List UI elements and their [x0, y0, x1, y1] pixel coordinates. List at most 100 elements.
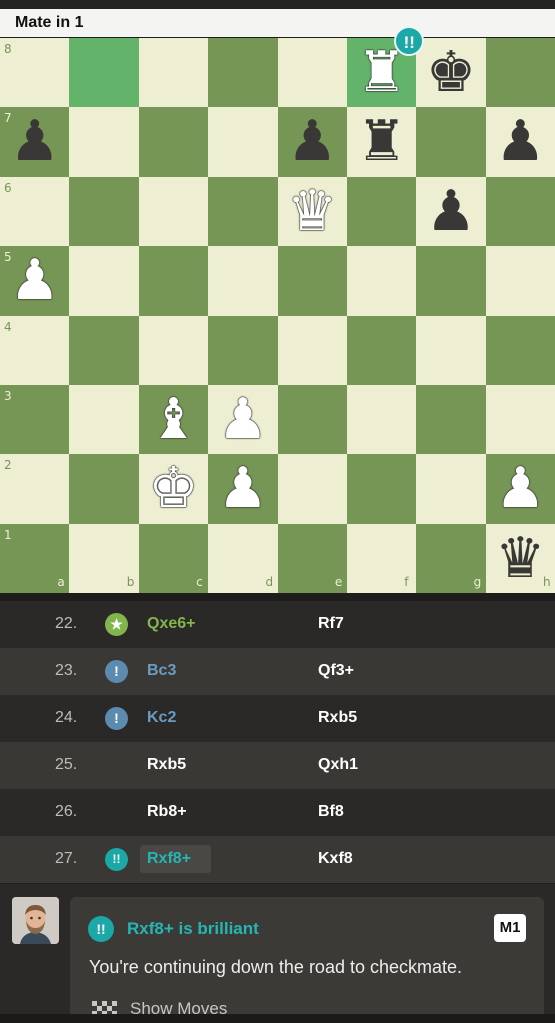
- move-number: 22.: [55, 615, 78, 632]
- square-f5[interactable]: [346, 246, 417, 316]
- square-e4[interactable]: [277, 315, 347, 385]
- square-h4[interactable]: [485, 315, 555, 385]
- square-d5[interactable]: [208, 246, 278, 316]
- file-label: g: [473, 575, 482, 589]
- black-rook-icon[interactable]: ♜: [347, 107, 416, 176]
- white-king-icon[interactable]: ♚: [139, 454, 208, 523]
- white-bishop-icon[interactable]: ♝: [139, 385, 208, 454]
- square-b5[interactable]: [69, 246, 139, 316]
- rank-label: 2: [4, 458, 12, 473]
- square-d4[interactable]: [208, 315, 278, 385]
- feedback-message: You're continuing down the road to check…: [89, 957, 463, 977]
- square-h8[interactable]: [485, 38, 555, 108]
- square-h5[interactable]: [485, 246, 555, 316]
- move-row: 23.! Bc3 Qf3+: [0, 648, 555, 695]
- white-pawn-icon[interactable]: ♟: [208, 385, 277, 454]
- chess-board[interactable]: 8 7 6 5 4 3 2 1 a b c d e f g h ♜ ♚ ♟ ♟ ♜ ♟ ♛ ♟ ♟ ♝ ♟ ♚ ♟ ♟ ♛!!: [0, 26, 555, 594]
- square-h6[interactable]: [485, 176, 555, 247]
- square-b8[interactable]: [69, 38, 139, 108]
- square-c6[interactable]: [138, 176, 209, 247]
- rank-label: 4: [4, 319, 12, 334]
- white-move[interactable]: Rxb5: [147, 756, 186, 774]
- square-b2[interactable]: [69, 454, 139, 524]
- black-queen-icon[interactable]: ♛: [486, 524, 555, 593]
- puzzle-header: Mate in 1: [0, 9, 555, 37]
- move-number: 26.: [55, 803, 78, 820]
- square-b7[interactable]: [69, 107, 139, 177]
- square-d8[interactable]: [208, 38, 278, 108]
- move-number: 24.: [55, 709, 78, 726]
- square-d7[interactable]: [208, 107, 278, 177]
- square-g5[interactable]: [416, 246, 486, 316]
- best-move-icon: ★: [105, 613, 128, 636]
- square-f6[interactable]: [346, 176, 417, 247]
- home-indicator-bar: [0, 1014, 555, 1023]
- file-label: f: [404, 575, 409, 589]
- square-e5[interactable]: [277, 246, 347, 316]
- black-move[interactable]: Bf8: [318, 803, 344, 821]
- square-g4[interactable]: [416, 315, 486, 385]
- square-b3[interactable]: [69, 384, 139, 455]
- move-row: 25. Rxb5 Qxh1: [0, 742, 555, 789]
- black-king-icon[interactable]: ♚: [416, 38, 485, 107]
- page-title: Mate in 1: [15, 14, 84, 31]
- square-b4[interactable]: [69, 315, 139, 385]
- square-e8[interactable]: [277, 38, 347, 108]
- white-move[interactable]: Qxe6+: [147, 615, 195, 633]
- square-g7[interactable]: [416, 107, 486, 177]
- white-move[interactable]: Rxf8+: [147, 850, 191, 868]
- move-list: 22. ★ Qxe6+ Rf7 23.! Bc3 Qf3+ 24.! Kc2 Rxb5 25. Rxb…: [0, 601, 555, 883]
- move-row: 27.!! Rxf8+ Kxf8: [0, 836, 555, 883]
- coach-panel: !! Rxf8+ is brilliant M1 You're continui…: [0, 884, 555, 1023]
- square-f2[interactable]: [346, 454, 417, 524]
- coach-feedback-card: !! Rxf8+ is brilliant M1 You're continui…: [70, 897, 544, 1023]
- square-g2[interactable]: [416, 454, 486, 524]
- black-pawn-icon[interactable]: ♟: [278, 107, 347, 176]
- square-g3[interactable]: [416, 384, 486, 455]
- black-move[interactable]: Rxb5: [318, 709, 357, 727]
- move-number: 27.: [55, 850, 78, 867]
- square-c4[interactable]: [138, 315, 209, 385]
- rank-label: 6: [4, 180, 12, 195]
- white-pawn-icon[interactable]: ♟: [486, 454, 555, 523]
- white-pawn-icon[interactable]: ♟: [208, 454, 277, 523]
- black-move[interactable]: Qf3+: [318, 662, 354, 680]
- coach-avatar: [12, 897, 59, 944]
- file-label: d: [265, 575, 274, 589]
- move-row: 24.! Kc2 Rxb5: [0, 695, 555, 742]
- white-move[interactable]: Bc3: [147, 662, 176, 680]
- black-pawn-icon[interactable]: ♟: [416, 177, 485, 246]
- square-c5[interactable]: [138, 246, 209, 316]
- square-e2[interactable]: [277, 454, 347, 524]
- square-c7[interactable]: [138, 107, 209, 177]
- black-pawn-icon[interactable]: ♟: [0, 107, 69, 176]
- move-row: 22. ★ Qxe6+ Rf7: [0, 601, 555, 648]
- black-pawn-icon[interactable]: ♟: [486, 107, 555, 176]
- rank-label: 8: [4, 42, 12, 56]
- square-c8[interactable]: [138, 38, 209, 108]
- square-f4[interactable]: [346, 315, 417, 385]
- square-d6[interactable]: [208, 176, 278, 247]
- black-move[interactable]: Kxf8: [318, 850, 353, 868]
- file-label: a: [57, 575, 65, 589]
- great-move-icon: !: [105, 707, 128, 730]
- brilliant-icon: !!: [88, 916, 114, 942]
- black-move[interactable]: Qxh1: [318, 756, 358, 774]
- mate-badge: M1: [494, 914, 526, 942]
- square-h3[interactable]: [485, 384, 555, 455]
- file-label: c: [196, 575, 203, 589]
- white-move[interactable]: Rb8+: [147, 803, 187, 821]
- white-move[interactable]: Kc2: [147, 709, 176, 727]
- square-f3[interactable]: [346, 384, 417, 455]
- square-b6[interactable]: [69, 176, 139, 247]
- white-pawn-icon[interactable]: ♟: [0, 246, 69, 315]
- move-number: 25.: [55, 756, 78, 773]
- square-e3[interactable]: [277, 384, 347, 455]
- feedback-title: Rxf8+ is brilliant: [127, 919, 259, 938]
- white-queen-icon[interactable]: ♛: [278, 177, 347, 246]
- black-move[interactable]: Rf7: [318, 615, 344, 633]
- rank-label: 3: [4, 388, 12, 403]
- great-move-icon: !: [105, 660, 128, 683]
- move-number: 23.: [55, 662, 78, 679]
- brilliant-icon: !!: [105, 848, 128, 871]
